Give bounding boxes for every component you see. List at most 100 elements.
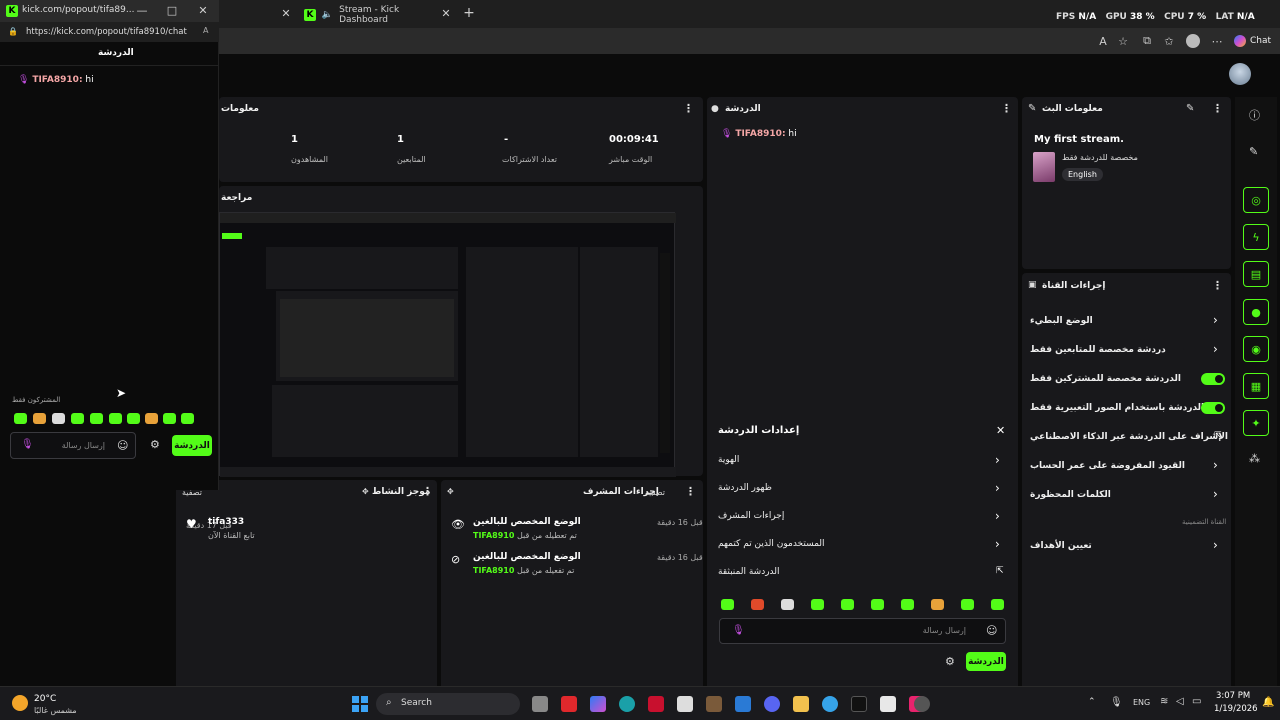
chat-bubble-icon[interactable]: ●	[1243, 299, 1269, 325]
copilot-icon[interactable]	[590, 696, 606, 712]
mod-actions-drag-icon[interactable]: ✥	[447, 487, 454, 496]
capture-icon[interactable]: ◎	[1243, 187, 1269, 213]
close-tab-icon[interactable]: ✕	[440, 7, 452, 20]
clock-date[interactable]: 1/19/2026	[1214, 704, 1258, 714]
emoji-icon[interactable]: ☺	[117, 439, 128, 452]
weather-widget[interactable]: 20°C مشمس غالبًا	[10, 693, 100, 717]
shapes-icon[interactable]: ⁂	[1249, 452, 1260, 465]
kebab-menu-icon[interactable]: ⋮	[1212, 279, 1223, 292]
emote-icon[interactable]	[871, 599, 884, 610]
kebab-menu-icon[interactable]: ⋮	[685, 485, 696, 498]
emote-icon[interactable]	[781, 599, 794, 610]
kebab-menu-icon[interactable]: ⋮	[1001, 102, 1012, 115]
chat-settings-gear-icon[interactable]: ⚙	[150, 438, 160, 451]
file-explorer-icon[interactable]	[793, 696, 809, 712]
emote-icon[interactable]	[109, 413, 122, 424]
wifi-icon[interactable]: ≋	[1160, 696, 1168, 707]
read-aloud-icon[interactable]: A	[203, 26, 208, 35]
mail-icon[interactable]	[735, 696, 751, 712]
tab-kick-dashboard[interactable]: K 🔈 Stream - Kick Dashboard	[296, 4, 458, 26]
task-view-icon[interactable]	[532, 696, 548, 712]
volume-icon[interactable]: ◁	[1176, 696, 1184, 707]
popout-urlbar[interactable]: 🔒 https://kick.com/popout/tifa8910/chat …	[0, 22, 219, 42]
clock-time[interactable]: 3:07 PM	[1216, 691, 1250, 701]
emote-icon[interactable]	[163, 413, 176, 424]
browser-icon[interactable]	[822, 696, 838, 712]
pencil-icon[interactable]: ✎	[1249, 145, 1258, 158]
chat-message-input[interactable]: 🎙 إرسال رسالة ☺	[719, 618, 1006, 644]
minimize-icon[interactable]: —	[136, 4, 148, 17]
emote-icon[interactable]	[127, 413, 140, 424]
broadcast-icon[interactable]: ◉	[1243, 336, 1269, 362]
mod-filter-button[interactable]: تصفية	[645, 488, 665, 497]
emote-icon[interactable]	[145, 413, 158, 424]
kebab-menu-icon[interactable]: ⋮	[422, 485, 433, 498]
emoji-icon[interactable]: ☺	[986, 624, 997, 637]
emote-icon[interactable]	[90, 413, 103, 424]
edit-pencil-icon[interactable]: ✎	[1186, 103, 1194, 114]
obs-icon[interactable]	[914, 696, 930, 712]
kebab-menu-icon[interactable]: ⋮	[1212, 102, 1223, 115]
activity-drag-icon[interactable]: ✥	[362, 487, 369, 496]
close-icon[interactable]: ✕	[996, 424, 1005, 437]
emote-icon[interactable]	[991, 599, 1004, 610]
close-icon[interactable]: ✕	[197, 4, 209, 17]
stat-label-viewers: المشاهدون	[291, 155, 329, 164]
mic-icon[interactable]: 🎙	[21, 439, 34, 450]
emote-icon[interactable]	[751, 599, 764, 610]
store-icon[interactable]	[677, 696, 693, 712]
new-tab-icon[interactable]: +	[462, 5, 476, 21]
windows-start-icon[interactable]	[352, 696, 368, 712]
emote-icon[interactable]	[721, 599, 734, 610]
emote-icon[interactable]	[931, 599, 944, 610]
discord-icon[interactable]	[764, 696, 780, 712]
layout-icon[interactable]: ▦	[1243, 373, 1269, 399]
emote-icon[interactable]	[901, 599, 914, 610]
lightning-icon[interactable]: ϟ	[1243, 224, 1269, 250]
emote-icon[interactable]	[33, 413, 46, 424]
subs-only-toggle[interactable]	[1201, 373, 1225, 385]
app-icon[interactable]	[880, 696, 896, 712]
language-indicator[interactable]: ENG	[1133, 698, 1150, 707]
game-icon[interactable]	[706, 696, 722, 712]
more-menu-icon[interactable]: ⋯	[1210, 34, 1224, 48]
chat-username[interactable]: TIFA8910	[32, 75, 79, 85]
battery-icon[interactable]: ▭	[1192, 696, 1201, 707]
close-tab-icon[interactable]: ✕	[280, 7, 292, 20]
profile-avatar-icon[interactable]	[1186, 34, 1200, 48]
maximize-icon[interactable]: □	[166, 4, 178, 17]
emote-icon[interactable]	[14, 413, 27, 424]
notifications-icon[interactable]: 🔔	[1262, 697, 1274, 708]
chat-settings-gear-icon[interactable]: ⚙	[945, 655, 955, 668]
emote-icon[interactable]	[71, 413, 84, 424]
notes-icon[interactable]: ▤	[1243, 261, 1269, 287]
tiktok-icon[interactable]	[851, 696, 867, 712]
chat-username[interactable]: TIFA8910	[735, 129, 782, 139]
favorite-star-icon[interactable]: ☆	[1116, 34, 1130, 48]
popout-chat-input[interactable]: 🎙 إرسال رسالة ☺	[10, 432, 136, 459]
emote-icon[interactable]	[841, 599, 854, 610]
taskbar-search[interactable]: ⌕ Search	[376, 693, 520, 715]
extensions-icon[interactable]: ⧉	[1140, 34, 1154, 48]
send-chat-button[interactable]: الدردشة	[966, 652, 1006, 671]
favorites-icon[interactable]: ✩	[1162, 34, 1176, 48]
read-aloud-icon[interactable]: A	[1096, 34, 1110, 48]
popout-send-button[interactable]: الدردشة	[172, 435, 212, 456]
copilot-chat-button[interactable]: Chat	[1234, 32, 1274, 50]
emote-icon[interactable]	[961, 599, 974, 610]
info-icon[interactable]: ⓘ	[1249, 107, 1260, 123]
wrench-icon[interactable]: ✦	[1243, 410, 1269, 436]
edge-icon[interactable]	[619, 696, 635, 712]
emotes-only-toggle[interactable]	[1201, 402, 1225, 414]
chevron-up-icon[interactable]: ⌃	[1088, 697, 1096, 707]
mic-icon[interactable]: 🎙	[732, 625, 745, 636]
mcafee-icon[interactable]	[648, 696, 664, 712]
emote-icon[interactable]	[52, 413, 65, 424]
user-avatar[interactable]	[1229, 63, 1251, 85]
emote-icon[interactable]	[181, 413, 194, 424]
app-l-icon[interactable]	[561, 696, 577, 712]
stream-info-title: معلومات البث	[1042, 104, 1103, 114]
microphone-icon[interactable]: 🎙	[1110, 697, 1123, 708]
emote-icon[interactable]	[811, 599, 824, 610]
kebab-menu-icon[interactable]: ⋮	[683, 102, 694, 115]
